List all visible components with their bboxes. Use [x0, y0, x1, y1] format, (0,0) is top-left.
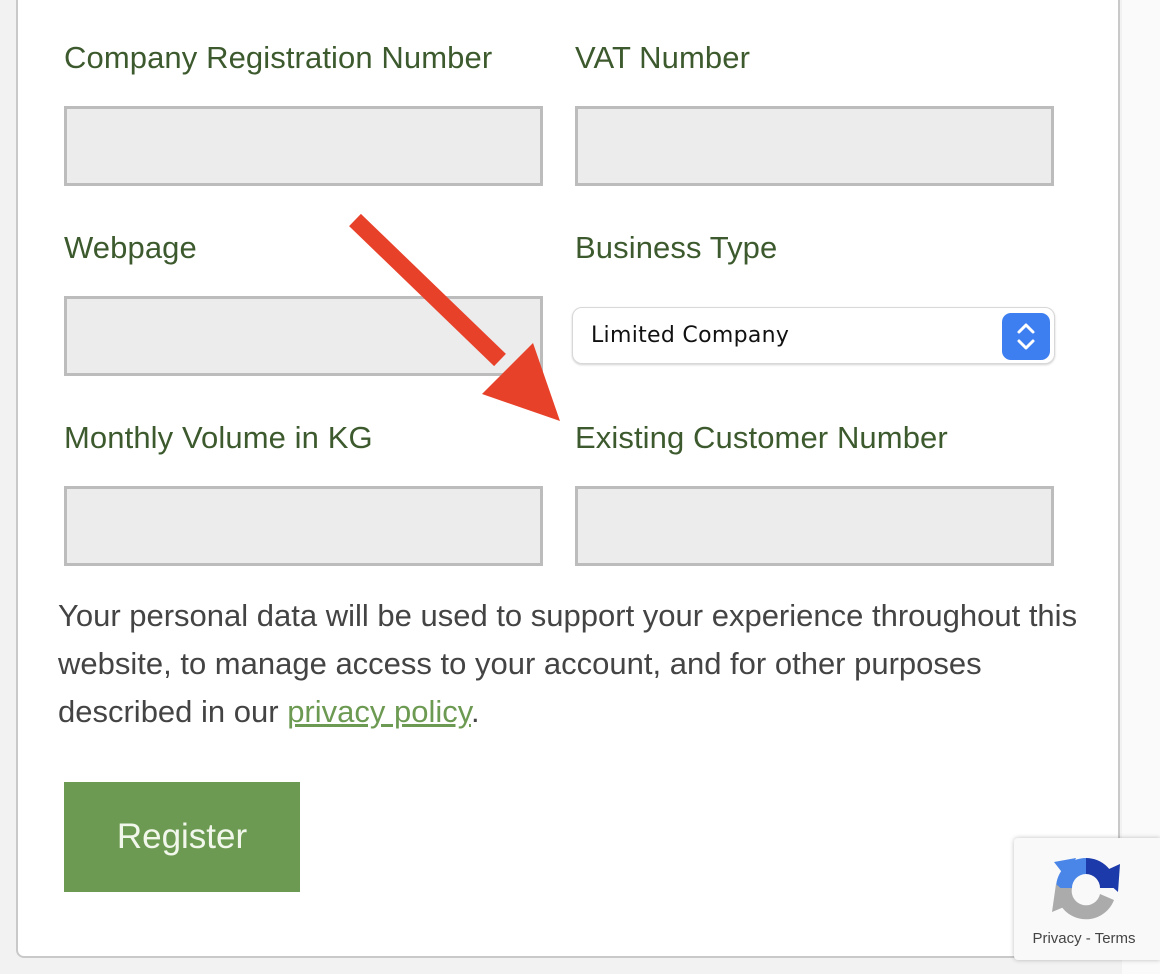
business-type-label: Business Type	[575, 230, 778, 265]
monthly-volume-input[interactable]	[67, 489, 540, 563]
business-type-selected-value: Limited Company	[591, 323, 790, 348]
existing-customer-label: Existing Customer Number	[575, 420, 948, 455]
existing-customer-field[interactable]	[575, 486, 1054, 566]
recaptcha-logo-icon	[1052, 858, 1120, 920]
vat-number-field[interactable]	[575, 106, 1054, 186]
webpage-input[interactable]	[67, 299, 540, 373]
recaptcha-separator: -	[1081, 930, 1095, 947]
webpage-field[interactable]	[64, 296, 543, 376]
monthly-volume-field[interactable]	[64, 486, 543, 566]
recaptcha-links: Privacy - Terms	[1014, 930, 1154, 947]
company-registration-label: Company Registration Number	[64, 40, 493, 75]
vat-number-input[interactable]	[578, 109, 1051, 183]
webpage-label: Webpage	[64, 230, 197, 265]
register-button[interactable]: Register	[64, 782, 300, 892]
chevron-up-down-icon	[1017, 323, 1035, 350]
company-registration-field[interactable]	[64, 106, 543, 186]
recaptcha-privacy-link[interactable]: Privacy	[1032, 930, 1081, 947]
recaptcha-badge[interactable]: Privacy - Terms	[1014, 838, 1160, 960]
company-registration-input[interactable]	[67, 109, 540, 183]
monthly-volume-label: Monthly Volume in KG	[64, 420, 373, 455]
business-type-select[interactable]: Limited Company	[572, 307, 1055, 364]
select-stepper-button[interactable]	[1002, 313, 1050, 360]
existing-customer-input[interactable]	[578, 489, 1051, 563]
privacy-notice: Your personal data will be used to suppo…	[58, 592, 1098, 736]
recaptcha-terms-link[interactable]: Terms	[1095, 930, 1136, 947]
privacy-policy-link[interactable]: privacy policy	[287, 694, 471, 729]
privacy-notice-end: .	[470, 694, 480, 729]
privacy-notice-text: Your personal data will be used to suppo…	[58, 598, 1078, 729]
page-background-strip	[1122, 0, 1160, 974]
vat-number-label: VAT Number	[575, 40, 750, 75]
